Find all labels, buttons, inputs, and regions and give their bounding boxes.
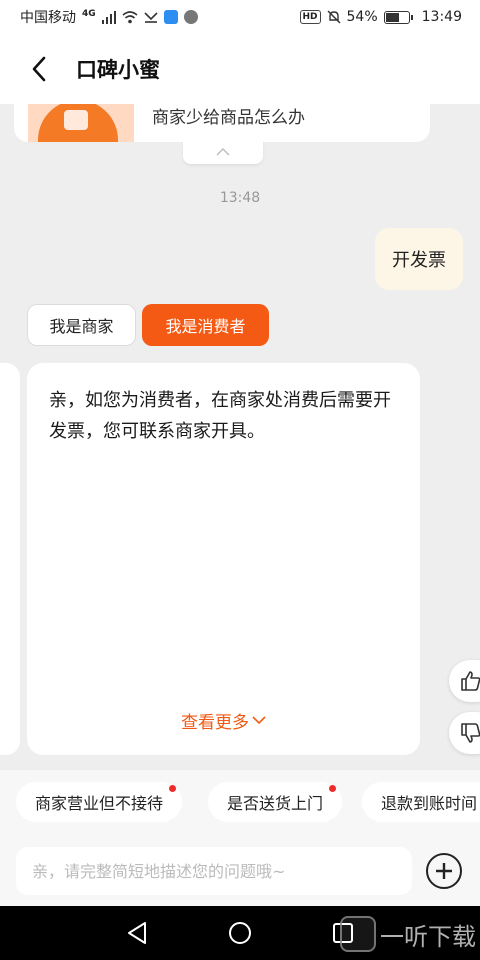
triangle-back-icon xyxy=(128,922,146,944)
see-more-link[interactable]: 查看更多 xyxy=(27,708,420,733)
quick-question-chip[interactable]: 商家营业但不接待 xyxy=(16,782,183,822)
watermark-text: 一听下载 xyxy=(380,922,476,951)
new-dot-badge xyxy=(329,785,337,792)
plus-icon xyxy=(436,863,452,879)
watermark: 一听下载 xyxy=(340,916,476,952)
watermark-logo-icon xyxy=(340,916,376,952)
thumbs-up-icon xyxy=(461,671,480,691)
battery-percent: 54% xyxy=(346,9,378,25)
answer-card: 亲，如您为消费者，在商家处消费后需要开发票，您可联系商家开具。 查看更多 xyxy=(27,363,420,755)
system-navigation-bar: 一听下载 xyxy=(0,906,480,960)
back-button[interactable] xyxy=(14,34,64,104)
header: 口碑小蜜 xyxy=(0,34,480,104)
previous-card-text: 商家少给商品怎么办 xyxy=(152,108,305,128)
nav-back-button[interactable] xyxy=(124,920,150,946)
missed-call-icon xyxy=(144,12,158,23)
nav-home-button[interactable] xyxy=(227,920,253,946)
quick-question-chip[interactable]: 退款到账时间 xyxy=(362,782,480,822)
network-type: 4G xyxy=(82,9,96,19)
message-timestamp: 13:48 xyxy=(219,190,261,206)
chip-label: 退款到账时间 xyxy=(381,794,478,813)
dislike-button[interactable] xyxy=(449,712,480,754)
chevron-up-icon xyxy=(216,148,230,156)
thumbs-down-icon xyxy=(461,723,480,743)
like-button[interactable] xyxy=(449,660,480,702)
chevron-left-icon xyxy=(32,56,46,82)
previous-answer-card: 商家少给商品怎么办 xyxy=(14,104,430,142)
input-bar xyxy=(0,836,480,906)
hd-voice-icon: HD xyxy=(299,10,321,24)
mute-bell-icon xyxy=(327,10,341,24)
mascot-image xyxy=(28,104,134,142)
battery-icon xyxy=(383,10,413,24)
message-input[interactable] xyxy=(16,847,412,895)
wifi-icon xyxy=(122,11,138,24)
circle-home-icon xyxy=(229,922,251,944)
answer-text: 亲，如您为消费者，在商家处消费后需要开发票，您可联系商家开具。 xyxy=(49,390,391,442)
see-more-label: 查看更多 xyxy=(181,713,249,733)
quick-questions-bar[interactable]: 商家营业但不接待 是否送货上门 退款到账时间 xyxy=(0,770,480,836)
page-title: 口碑小蜜 xyxy=(76,58,160,82)
role-merchant-button[interactable]: 我是商家 xyxy=(27,304,136,346)
app-notification-icon xyxy=(163,10,178,24)
chat-area[interactable]: 商家少给商品怎么办 13:48 开发票 我是商家 我是消费者 亲，如您为消费者，… xyxy=(0,104,480,770)
carrier-name: 中国移动 xyxy=(20,10,76,26)
previous-carousel-card[interactable] xyxy=(0,363,20,755)
role-consumer-button[interactable]: 我是消费者 xyxy=(142,304,269,346)
more-options-button[interactable] xyxy=(426,853,462,889)
collapse-button[interactable] xyxy=(183,140,263,164)
message-notification-icon xyxy=(183,10,198,24)
chevron-down-icon xyxy=(252,716,266,725)
quick-question-chip[interactable]: 是否送货上门 xyxy=(208,782,343,822)
clock: 13:49 xyxy=(421,9,462,25)
chip-label: 商家营业但不接待 xyxy=(35,794,164,813)
chip-label: 是否送货上门 xyxy=(227,794,324,813)
new-dot-badge xyxy=(169,785,177,792)
status-bar: 中国移动 4G HD 54% 13:49 xyxy=(0,0,480,34)
user-message-bubble: 开发票 xyxy=(375,228,463,290)
signal-icon xyxy=(101,11,116,24)
